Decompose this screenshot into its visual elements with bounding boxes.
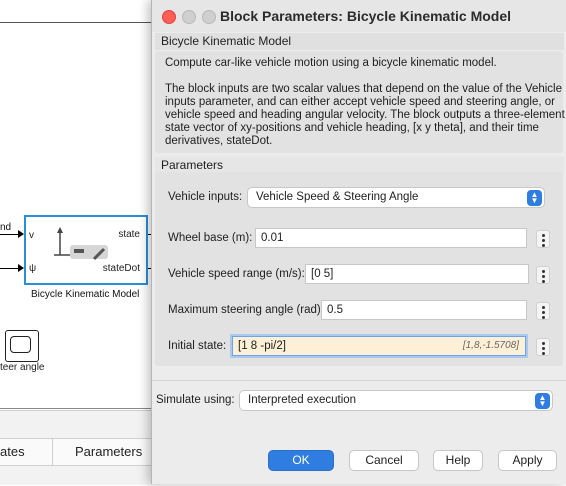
canvas-bottom-line [0,408,160,409]
minimize-window-button[interactable] [182,10,196,24]
cancel-button[interactable]: Cancel [349,450,419,471]
description-line-4: inputs parameter, and can either accept … [165,96,555,108]
tab-divider [52,439,53,465]
description-line-3: The block inputs are two scalar values t… [165,83,563,95]
speed-range-label: Vehicle speed range (m/s): [168,268,305,280]
tab-states[interactable]: ates [0,444,25,459]
title-bar[interactable]: Block Parameters: Bicycle Kinematic Mode… [152,0,566,32]
description-box: Compute car-like vehicle motion using a … [155,51,565,153]
vehicle-inputs-value: Vehicle Speed & Steering Angle [256,191,419,203]
scope-block[interactable] [5,330,39,362]
port-state-label: state [118,229,140,240]
parameters-panel: Vehicle inputs: Vehicle Speed & Steering… [155,172,563,366]
section-divider [152,380,566,381]
help-button[interactable]: Help [433,450,483,471]
speed-range-field[interactable]: [0 5] [305,264,529,284]
vehicle-inputs-label: Vehicle inputs: [168,191,243,203]
signal-label-input: nd [0,222,12,233]
wheel-base-more-icon[interactable] [536,230,550,248]
simulate-using-dropdown[interactable]: Interpreted execution ▲ ▼ [239,390,553,411]
scope-screen-icon [10,336,31,353]
port-psi-label: ψ [29,263,37,274]
initial-state-evaluated: [1,8,-1.5708] [462,340,519,351]
zoom-window-button[interactable] [202,10,216,24]
speed-range-more-icon[interactable] [536,266,550,284]
section-header-block: Bicycle Kinematic Model [155,33,564,50]
initial-state-label: Initial state: [168,340,227,352]
max-steer-more-icon[interactable] [536,302,550,320]
vehicle-inputs-dropdown[interactable]: Vehicle Speed & Steering Angle ▲ ▼ [247,187,545,208]
simulate-using-value: Interpreted execution [248,394,357,406]
wheel-base-field[interactable]: 0.01 [255,228,527,248]
bicycle-kinematic-model-block[interactable]: v ψ state stateDot [24,215,148,285]
chevron-updown-icon: ▲ ▼ [535,393,550,409]
initial-state-more-icon[interactable] [536,338,550,356]
max-steer-label: Maximum steering angle (rad): [168,304,324,316]
description-line-7: derivatives, stateDot. [165,135,273,147]
signal-line-v [0,234,18,235]
ok-button[interactable]: OK [268,450,334,471]
max-steer-field[interactable]: 0.5 [321,300,527,320]
scope-name-label: teer angle [0,362,45,373]
chevron-updown-icon: ▲ ▼ [527,190,542,206]
canvas-top-line [0,22,160,23]
signal-line-psi [0,268,18,269]
tab-parameters[interactable]: Parameters [75,444,142,459]
wheel-base-label: Wheel base (m): [168,232,253,244]
simulate-using-label: Simulate using: [156,394,235,406]
description-line-6: state vector of xy-positions and vehicle… [165,122,539,134]
initial-state-field[interactable]: [1 8 -pi/2] [1,8,-1.5708] [232,336,526,356]
port-v-label: v [29,230,34,241]
block-name-label: Bicycle Kinematic Model [31,289,140,300]
block-parameters-dialog: Block Parameters: Bicycle Kinematic Mode… [151,0,566,484]
description-line-5: vehicle speed and heading angular veloci… [165,109,565,121]
close-window-button[interactable] [162,10,176,24]
property-tabs: ates Parameters [0,438,160,466]
dialog-title: Block Parameters: Bicycle Kinematic Mode… [220,8,512,24]
apply-button[interactable]: Apply [498,450,557,471]
bicycle-icon [54,227,108,261]
description-line-1: Compute car-like vehicle motion using a … [165,57,497,69]
property-panel: ates Parameters [0,410,160,485]
initial-state-value: [1 8 -pi/2] [238,340,286,352]
